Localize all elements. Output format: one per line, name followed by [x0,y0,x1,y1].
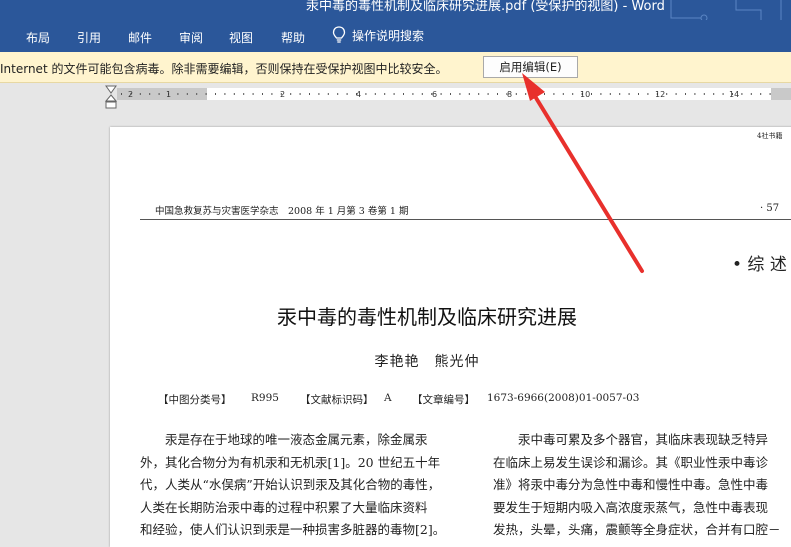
indent-marker-icon[interactable] [105,85,117,109]
paragraph-line: 外，其化合物分为有机汞和无机汞[1]。20 世纪五十年 [140,454,441,470]
paragraph-line: 人类在长期防治汞中毒的过程中积累了大量临床资料 [140,499,428,515]
article-no-label: 【文章编号】 [412,394,475,406]
article-authors: 李艳艳 熊光仲 [374,354,480,370]
protected-view-bar: Internet 的文件可能包含病毒。除非需要编辑，否则保持在受保护视图中比较安… [0,52,791,83]
document-page[interactable]: 4社书籍 中国急救复苏与灾害医学杂志 2008 年 1 月第 3 卷第 1 期 … [110,127,791,547]
page-number: · 57 [760,203,780,214]
ruler-label: 12 [655,90,666,99]
window-title: 汞中毒的毒性机制及临床研究进展.pdf (受保护的视图) - Word [306,0,665,14]
paragraph-line: 要发生于短期内吸入高浓度汞蒸气，急性中毒表现 [493,499,769,515]
ruler-label: 8 [507,90,513,99]
paragraph-line: 代，人类从“水俣病”开始认识到汞及其化合物的毒性， [140,477,441,492]
lightbulb-icon [332,26,346,43]
ruler-ticks [121,93,771,95]
tab-mailings[interactable]: 邮件 [128,29,152,46]
paragraph-line: 汞中毒可累及多个器官，其临床表现缺乏特异 [493,432,769,447]
ribbon-tabs: 布局 引用 邮件 审阅 视图 帮助 操作说明搜索 [0,20,791,52]
article-no-value: 1673-6966(2008)01-0057-03 [487,392,640,404]
paragraph-line: 汞是存在于地球的唯一液态金属元素，除金属汞 [140,432,428,447]
circuit-decoration-icon [670,0,782,20]
clc-value: R995 [251,392,279,404]
ruler-label: 2 [128,90,134,99]
paragraph-line: 和经验，使人们认识到汞是一种损害多脏器的毒物[2]。 [140,522,446,537]
protected-view-message: Internet 的文件可能包含病毒。除非需要编辑，否则保持在受保护视图中比较安… [0,62,448,76]
doc-code-label: 【文献标识码】 [300,394,374,406]
title-bar: 汞中毒的毒性机制及临床研究进展.pdf (受保护的视图) - Word [0,0,791,20]
section-label: • 综 述 [732,255,787,275]
corner-mark: 4社书籍 [757,132,783,140]
header-rule [140,219,791,220]
tab-view[interactable]: 视图 [229,29,253,46]
tab-review[interactable]: 审阅 [179,29,203,46]
right-column: 汞中毒可累及多个器官，其临床表现缺乏特异 在临床上易发生误诊和漏诊。其《职业性汞… [493,429,781,542]
doc-code-value: A [384,392,392,404]
ruler-label: 14 [729,90,740,99]
tab-layout[interactable]: 布局 [26,29,50,46]
tab-references[interactable]: 引用 [77,29,101,46]
journal-header: 中国急救复苏与灾害医学杂志 2008 年 1 月第 3 卷第 1 期 [155,206,409,217]
tell-me-search[interactable]: 操作说明搜索 [332,26,424,44]
ruler-label: 10 [580,90,591,99]
paragraph-line: 发热，头晕，头痛，震颤等全身症状，合并有口腔－ [493,522,781,537]
tab-help[interactable]: 帮助 [281,29,305,46]
enable-editing-button[interactable]: 启用编辑(E) [483,56,578,78]
ruler-label: 6 [432,90,438,99]
left-column: 汞是存在于地球的唯一液态金属元素，除金属汞 外，其化合物分为有机汞和无机汞[1]… [140,429,445,542]
ruler-label: 1 [166,90,172,99]
ruler-label: 2 [280,90,286,99]
tell-me-label: 操作说明搜索 [352,28,425,43]
clc-label: 【中图分类号】 [158,394,232,406]
ruler-label: 4 [356,90,362,99]
paragraph-line: 在临床上易发生误诊和漏诊。其《职业性汞中毒诊 [493,454,769,470]
paragraph-line: 准》将汞中毒分为急性中毒和慢性中毒。急性中毒 [493,477,769,492]
horizontal-ruler[interactable]: 2 1 2 4 6 8 10 12 14 [0,84,791,109]
article-title: 汞中毒的毒性机制及临床研究进展 [277,305,577,329]
